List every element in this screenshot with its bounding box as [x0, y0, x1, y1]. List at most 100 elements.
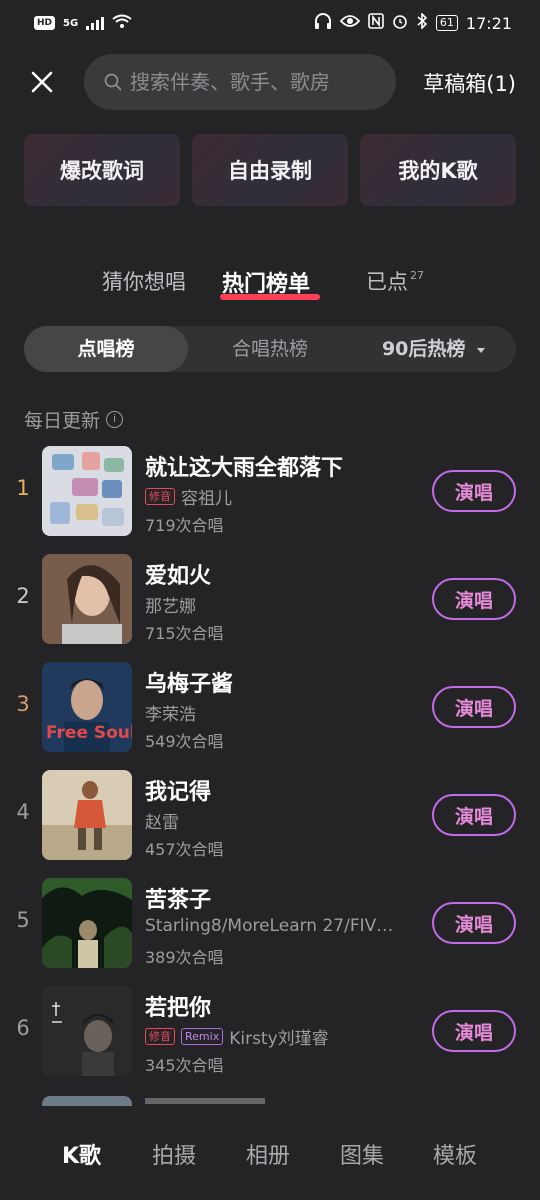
chorus-count: 457次合唱: [145, 840, 224, 859]
battery-indicator: 61: [435, 15, 458, 31]
status-left: HD 5G: [34, 14, 132, 33]
nfc-icon: [368, 13, 384, 33]
rank-number: 3: [16, 692, 30, 716]
artist-line: 修音 容祖儿: [145, 484, 232, 509]
artist-name: 李荣浩: [145, 705, 196, 725]
wifi-icon: [112, 14, 132, 33]
chart-segment-control: 点唱榜 合唱热榜 90后热榜: [24, 326, 516, 372]
sing-button[interactable]: 演唱: [432, 902, 516, 944]
sing-button[interactable]: 演唱: [432, 578, 516, 620]
list-item[interactable]: 5 苦茶子 Starling8/MoreLearn 27/FIVE... 389…: [0, 878, 540, 986]
list-item[interactable]: 4 我记得 赵雷 457次合唱 演唱: [0, 770, 540, 878]
list-item[interactable]: 2 爱如火 那艺娜 715次合唱 演唱: [0, 554, 540, 662]
song-title: 若把你: [145, 996, 212, 1021]
tag-pitch-fix: 修音: [145, 1028, 175, 1045]
rewrite-lyrics-card[interactable]: 爆改歌词: [24, 134, 180, 206]
bottom-nav: K歌 拍摄 相册 图集 模板: [0, 1106, 540, 1200]
status-right: 61 17:21: [314, 12, 512, 33]
quick-actions: 爆改歌词 自由录制 我的K歌: [24, 134, 516, 206]
song-cover[interactable]: [42, 446, 132, 536]
search-input[interactable]: [130, 70, 380, 94]
artist-name: 赵雷: [145, 813, 179, 833]
next-song-cover-partial: [42, 1096, 132, 1106]
rank-number: 2: [16, 584, 30, 608]
rank-number: 5: [16, 908, 30, 932]
rank-number: 1: [16, 476, 30, 500]
alarm-icon: [392, 13, 408, 33]
song-cover[interactable]: Free Soul: [42, 662, 132, 752]
segment-post90-chart[interactable]: 90后热榜: [352, 326, 516, 372]
search-bar[interactable]: [84, 54, 396, 110]
list-item[interactable]: 3 Free Soul 乌梅子酱 李荣浩 549次合唱 演唱: [0, 662, 540, 770]
chorus-count: 719次合唱: [145, 516, 224, 535]
chorus-count: 345次合唱: [145, 1056, 224, 1075]
signal-icon: [86, 16, 105, 30]
eye-icon: [339, 14, 361, 32]
tag-pitch-fix: 修音: [145, 488, 175, 505]
tab-ordered[interactable]: 已点 27: [366, 266, 424, 296]
headphones-icon: [314, 13, 332, 33]
song-title: 爱如火: [145, 564, 212, 589]
daily-update-label: 每日更新: [24, 410, 101, 432]
artist-line: 那艺娜: [145, 592, 196, 617]
sing-button[interactable]: 演唱: [432, 470, 516, 512]
sing-button[interactable]: 演唱: [432, 794, 516, 836]
active-tab-underline: [220, 294, 320, 300]
artist-line: 李荣浩: [145, 700, 196, 725]
sing-button[interactable]: 演唱: [432, 1010, 516, 1052]
dropdown-arrow-icon: [477, 348, 486, 353]
artist-name: Kirsty刘瑾睿: [229, 1029, 329, 1049]
list-item[interactable]: 1 就让这大雨全都落下 修音 容祖儿 719次合唱 演唱: [0, 446, 540, 554]
close-button[interactable]: [24, 64, 60, 100]
chorus-count: 389次合唱: [145, 948, 224, 967]
close-icon: [31, 71, 53, 93]
song-cover[interactable]: [42, 878, 132, 968]
artist-line: Starling8/MoreLearn 27/FIVE...: [145, 916, 395, 936]
artist-name: Starling8/MoreLearn 27/FIVE...: [145, 916, 395, 936]
sing-button[interactable]: 演唱: [432, 686, 516, 728]
artist-name: 那艺娜: [145, 597, 196, 617]
segment-post90-label: 90后热榜: [381, 338, 466, 360]
segment-sing-chart[interactable]: 点唱榜: [24, 326, 188, 372]
nav-shoot[interactable]: 拍摄: [152, 1138, 196, 1170]
tab-ordered-label: 已点: [366, 270, 408, 294]
main-tabs: 猜你想唱 热门榜单 已点 27: [0, 258, 540, 302]
bluetooth-icon: [416, 12, 428, 33]
song-title: 苦茶子: [145, 888, 212, 913]
hd-indicator: HD: [34, 16, 56, 30]
status-time: 17:21: [465, 13, 512, 33]
free-record-card[interactable]: 自由录制: [192, 134, 348, 206]
song-cover[interactable]: [42, 986, 132, 1076]
rank-number: 4: [16, 800, 30, 824]
artist-line: 修音 Remix Kirsty刘瑾睿: [145, 1024, 329, 1049]
list-item[interactable]: 6 若把你 修音 Remix Kirsty刘瑾睿 345次合唱 演唱: [0, 986, 540, 1094]
song-cover[interactable]: [42, 554, 132, 644]
nav-template[interactable]: 模板: [433, 1138, 477, 1170]
top-bar: 草稿箱(1): [0, 54, 540, 110]
drafts-button[interactable]: 草稿箱(1): [423, 68, 516, 98]
song-title: 乌梅子酱: [145, 672, 234, 697]
segment-chorus-chart[interactable]: 合唱热榜: [188, 326, 352, 372]
next-song-title-partial: [145, 1098, 265, 1104]
nav-album[interactable]: 相册: [246, 1138, 290, 1170]
ranking-list: 1 就让这大雨全都落下 修音 容祖儿 719次合唱 演唱 2 爱如火 那艺娜 7…: [0, 446, 540, 1094]
info-icon[interactable]: i: [106, 411, 124, 428]
my-ksong-card[interactable]: 我的K歌: [360, 134, 516, 206]
nav-ksong[interactable]: K歌: [62, 1138, 101, 1170]
chorus-count: 715次合唱: [145, 624, 224, 643]
nav-gallery[interactable]: 图集: [340, 1138, 384, 1170]
tag-remix: Remix: [181, 1028, 224, 1045]
cover-text: Free Soul: [46, 723, 132, 743]
daily-update: 每日更新 i: [24, 406, 124, 433]
artist-name: 容祖儿: [181, 489, 232, 509]
song-cover[interactable]: [42, 770, 132, 860]
search-icon: [104, 73, 122, 91]
song-title: 就让这大雨全都落下: [145, 456, 344, 481]
network-type: 5G: [63, 17, 79, 29]
chorus-count: 549次合唱: [145, 732, 224, 751]
artist-line: 赵雷: [145, 808, 179, 833]
rank-number: 6: [16, 1016, 30, 1040]
status-bar: HD 5G 61 17:21: [0, 0, 540, 46]
ordered-count-badge: 27: [410, 269, 424, 282]
tab-guess[interactable]: 猜你想唱: [102, 266, 186, 296]
